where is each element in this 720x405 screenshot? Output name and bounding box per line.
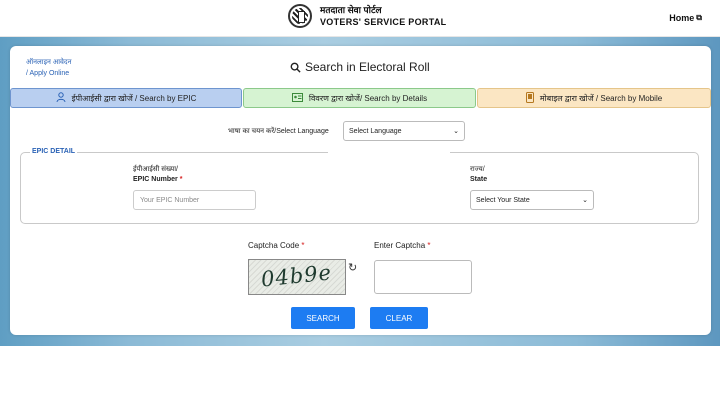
tab-search-by-epic[interactable]: ईपीआईसी द्वारा खोजें / Search by EPIC	[10, 88, 242, 108]
home-label: Home	[669, 13, 695, 23]
tab-search-by-mobile[interactable]: मोबाइल द्वारा खोजें / Search by Mobile	[477, 88, 711, 108]
tab-search-by-details[interactable]: विवरण द्वारा खोजें/ Search by Details	[243, 88, 476, 108]
state-selected-value: Select Your State	[476, 196, 530, 204]
mobile-icon	[525, 91, 534, 105]
tab-mobile-label: मोबाइल द्वारा खोजें / Search by Mobile	[539, 93, 663, 103]
clear-button[interactable]: CLEAR	[370, 307, 428, 329]
portal-name-hindi: मतदाता सेवा पोर्टल	[320, 5, 382, 15]
state-select[interactable]: Select Your State ⌄	[470, 190, 594, 210]
search-card: ऑनलाइन आवेदन / Apply Online Search in El…	[10, 46, 711, 335]
eci-logo-icon	[288, 4, 312, 28]
id-card-icon	[291, 92, 303, 104]
apply-online-english: / Apply Online	[26, 70, 70, 77]
top-navbar: मतदाता सेवा पोर्टल VOTERS' SERVICE PORTA…	[0, 0, 720, 37]
tab-epic-label: ईपीआईसी द्वारा खोजें / Search by EPIC	[71, 93, 197, 103]
required-marker: *	[179, 176, 183, 183]
required-marker: *	[301, 241, 305, 250]
epic-label-hindi: ईपीआईसी संख्या/	[133, 166, 178, 173]
captcha-noise	[249, 260, 345, 294]
user-icon	[56, 92, 66, 104]
search-button[interactable]: SEARCH	[291, 307, 355, 329]
fieldset-divider-gap	[328, 151, 450, 155]
epic-label-english: EPIC Number	[133, 176, 178, 183]
page-title: Search in Electoral Roll	[290, 60, 430, 74]
epic-number-placeholder: Your EPIC Number	[140, 196, 200, 204]
search-tabs: ईपीआईसी द्वारा खोजें / Search by EPIC वि…	[10, 88, 711, 109]
portal-name: मतदाता सेवा पोर्टल VOTERS' SERVICE PORTA…	[320, 4, 446, 28]
captcha-input[interactable]	[374, 260, 472, 294]
state-label-hindi: राज्य/	[470, 166, 485, 173]
state-label-english: State	[470, 176, 488, 183]
language-select[interactable]: Select Language ⌄	[343, 121, 465, 141]
epic-detail-fieldset: EPIC DETAIL ईपीआईसी संख्या/ EPIC Number …	[20, 148, 699, 224]
state-label: राज्य/ State	[470, 165, 487, 185]
chevron-down-icon: ⌄	[453, 128, 459, 135]
home-link[interactable]: Home ⧉	[669, 13, 702, 23]
required-marker: *	[427, 241, 431, 250]
epic-number-input[interactable]: Your EPIC Number	[133, 190, 256, 210]
apply-online-hindi: ऑनलाइन आवेदन	[26, 59, 72, 66]
portal-name-english: VOTERS' SERVICE PORTAL	[320, 17, 447, 27]
captcha-code-label: Captcha Code *	[248, 241, 305, 250]
epic-detail-legend: EPIC DETAIL	[30, 148, 78, 155]
enter-captcha-label: Enter Captcha *	[374, 241, 431, 250]
portal-logo-link[interactable]: मतदाता सेवा पोर्टल VOTERS' SERVICE PORTA…	[288, 4, 446, 28]
epic-number-label: ईपीआईसी संख्या/ EPIC Number *	[133, 165, 182, 185]
page-title-text: Search in Electoral Roll	[305, 60, 430, 74]
search-icon	[290, 62, 301, 73]
language-selected-value: Select Language	[349, 127, 402, 135]
captcha-code-label-text: Captcha Code	[248, 241, 300, 250]
captcha-image: 04b9e	[248, 259, 346, 295]
chevron-down-icon: ⌄	[582, 197, 588, 204]
apply-online-link[interactable]: ऑनलाइन आवेदन / Apply Online	[26, 57, 72, 79]
refresh-captcha-icon[interactable]: ↻	[348, 261, 357, 274]
tab-details-label: विवरण द्वारा खोजें/ Search by Details	[308, 93, 428, 103]
language-label: भाषा का चयन करें/Select Language	[228, 128, 329, 135]
external-link-icon: ⧉	[696, 13, 702, 22]
enter-captcha-label-text: Enter Captcha	[374, 241, 426, 250]
